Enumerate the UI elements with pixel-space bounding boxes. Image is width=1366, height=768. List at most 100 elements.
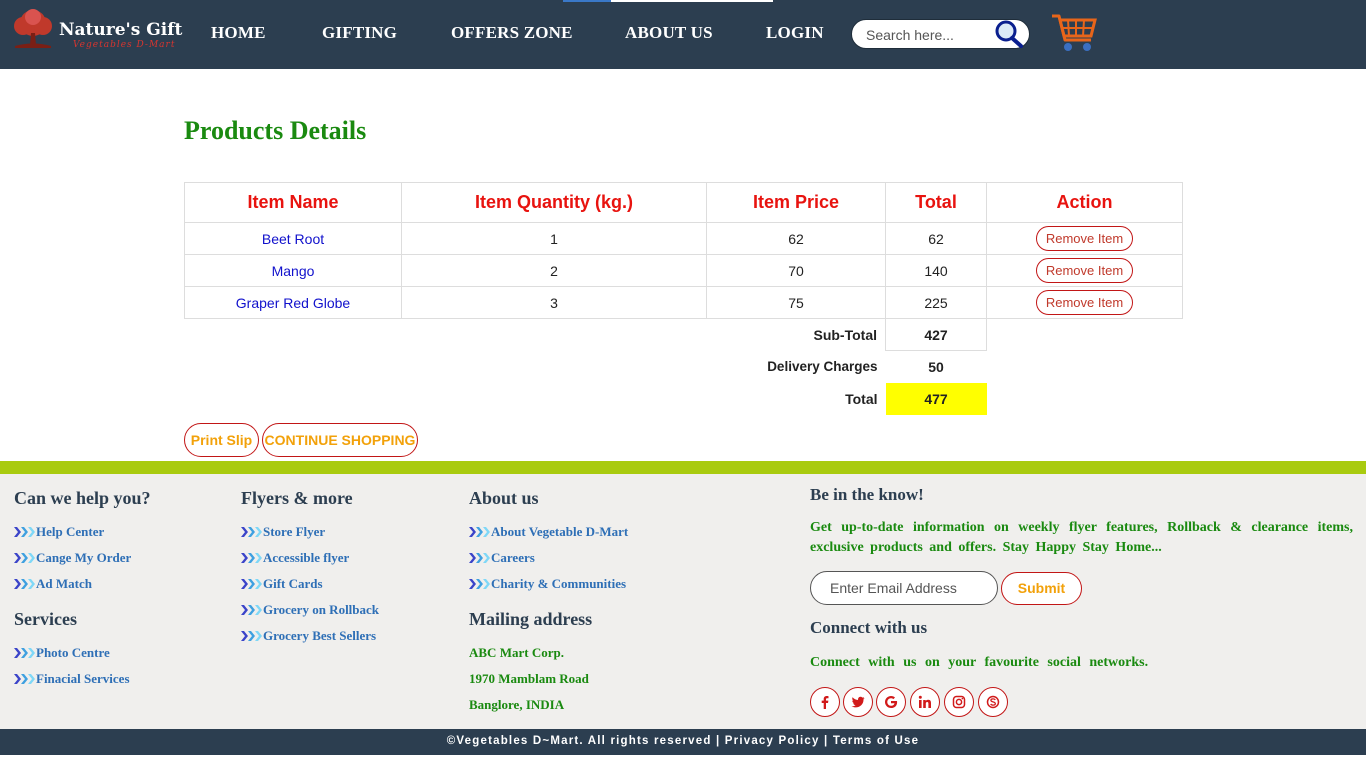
search-box xyxy=(851,19,1030,49)
nav-login[interactable]: LOGIN xyxy=(766,23,824,43)
social-skype[interactable] xyxy=(978,687,1008,717)
nav-gifting[interactable]: GIFTING xyxy=(322,23,397,43)
social-instagram[interactable] xyxy=(944,687,974,717)
item-name: Beet Root xyxy=(184,222,402,255)
search-icon[interactable] xyxy=(992,19,1026,49)
link-label: About Vegetable D-Mart xyxy=(491,524,629,539)
copyright-bar: ©Vegetables D~Mart. All rights reserved … xyxy=(0,729,1366,755)
instagram-icon xyxy=(952,695,966,709)
delivery-label: Delivery Charges xyxy=(767,359,878,374)
twitter-icon xyxy=(851,696,865,708)
grand-total-label: Total xyxy=(845,390,878,407)
link-label: Help Center xyxy=(36,524,105,539)
chevrons-icon xyxy=(14,553,35,563)
footer-link-change-order[interactable]: Cange My Order xyxy=(14,550,131,566)
footer-link-help-center[interactable]: Help Center xyxy=(14,524,104,540)
link-label: Finacial Services xyxy=(36,671,130,686)
search-input[interactable] xyxy=(866,25,996,45)
separator: | xyxy=(715,735,721,747)
print-slip-button[interactable]: Print Slip xyxy=(184,423,259,457)
cart-icon[interactable] xyxy=(1050,11,1098,55)
email-field[interactable] xyxy=(810,571,998,605)
footer-link-about-dmart[interactable]: About Vegetable D-Mart xyxy=(469,524,628,540)
site-logo[interactable]: Nature's Gift Vegetables D-Mart xyxy=(10,7,183,55)
nav-offers-zone[interactable]: OFFERS ZONE xyxy=(451,23,573,43)
column-header: Item Quantity (kg.) xyxy=(401,182,707,223)
link-label: Store Flyer xyxy=(263,524,326,539)
footer xyxy=(0,474,1366,729)
chevrons-icon xyxy=(14,579,35,589)
grand-total-row: Total 477 xyxy=(185,382,1183,415)
mailing-heading: Mailing address xyxy=(469,609,593,629)
footer-link-accessible-flyer[interactable]: Accessible flyer xyxy=(241,550,349,566)
item-quantity: 2 xyxy=(401,254,707,287)
know-text: Get up-to-date information on weekly fly… xyxy=(810,520,1353,555)
nav-about-us[interactable]: ABOUT US xyxy=(625,23,713,43)
know-heading: Be in the know! xyxy=(810,485,924,504)
item-quantity: 3 xyxy=(401,286,707,319)
footer-link-financial-services[interactable]: Finacial Services xyxy=(14,671,130,687)
chevrons-icon xyxy=(14,527,35,537)
connect-heading: Connect with us xyxy=(810,618,928,637)
table-row: Mango 2 70 140 Remove Item xyxy=(184,254,1183,287)
social-twitter[interactable] xyxy=(843,687,873,717)
table-header-row: Item Name Item Quantity (kg.) Item Price… xyxy=(184,182,1183,223)
column-header: Total xyxy=(885,182,987,223)
footer-link-gift-cards[interactable]: Gift Cards xyxy=(241,576,323,592)
submit-button[interactable]: Submit xyxy=(1001,572,1082,605)
column-header: Action xyxy=(986,182,1183,223)
item-price: 75 xyxy=(706,286,886,319)
skype-icon xyxy=(986,695,1000,709)
social-google[interactable] xyxy=(876,687,906,717)
subtotal-row: Sub-Total 427 xyxy=(185,318,1183,351)
remove-item-button[interactable]: Remove Item xyxy=(1035,258,1134,283)
footer-link-grocery-best-sellers[interactable]: Grocery Best Sellers xyxy=(241,628,376,644)
footer-accent-bar xyxy=(0,461,1366,474)
link-label: Charity & Communities xyxy=(491,576,627,591)
table-row: Beet Root 1 62 62 Remove Item xyxy=(184,222,1183,255)
link-label: Cange My Order xyxy=(36,550,132,565)
chevrons-icon xyxy=(469,579,490,589)
remove-item-button[interactable]: Remove Item xyxy=(1035,290,1134,315)
linkedin-icon xyxy=(918,695,931,708)
grand-total-value: 477 xyxy=(885,382,987,415)
link-label: Photo Centre xyxy=(36,645,110,660)
continue-shopping-button[interactable]: CONTINUE SHOPPING xyxy=(262,423,418,457)
nav-home[interactable]: HOME xyxy=(211,23,266,43)
footer-link-grocery-rollback[interactable]: Grocery on Rollback xyxy=(241,602,379,618)
subtotal-value: 427 xyxy=(885,318,987,351)
address-line: 1970 Mamblam Road xyxy=(469,671,589,686)
chevrons-icon xyxy=(241,553,262,563)
item-name: Graper Red Globe xyxy=(184,286,402,319)
item-price: 70 xyxy=(706,254,886,287)
link-label: Careers xyxy=(491,550,535,565)
logo-title: Nature's Gift xyxy=(59,20,183,40)
privacy-policy-link[interactable]: Privacy Policy xyxy=(725,735,820,747)
social-facebook[interactable] xyxy=(810,687,840,717)
footer-link-store-flyer[interactable]: Store Flyer xyxy=(241,524,325,540)
link-label: Accessible flyer xyxy=(263,550,350,565)
table-row: Graper Red Globe 3 75 225 Remove Item xyxy=(184,286,1183,319)
address-line: Banglore, INDIA xyxy=(469,697,565,712)
footer-link-careers[interactable]: Careers xyxy=(469,550,535,566)
separator: | xyxy=(824,735,829,747)
link-label: Ad Match xyxy=(36,576,92,591)
item-total: 140 xyxy=(885,254,987,287)
item-quantity: 1 xyxy=(401,222,707,255)
footer-link-photo-centre[interactable]: Photo Centre xyxy=(14,645,110,661)
subtotal-label: Sub-Total xyxy=(813,326,877,343)
action-cell: Remove Item xyxy=(986,254,1183,287)
terms-of-use-link[interactable]: Terms of Use xyxy=(833,735,919,747)
social-linkedin[interactable] xyxy=(910,687,940,717)
item-price: 62 xyxy=(706,222,886,255)
connect-text: Connect with us on your favourite social… xyxy=(810,655,1149,670)
help-heading: Can we help you? xyxy=(14,488,151,508)
footer-link-charity[interactable]: Charity & Communities xyxy=(469,576,626,592)
item-total: 225 xyxy=(885,286,987,319)
address-line: ABC Mart Corp. xyxy=(469,645,564,660)
google-icon xyxy=(885,696,898,708)
chevrons-icon xyxy=(14,648,35,658)
remove-item-button[interactable]: Remove Item xyxy=(1035,226,1134,251)
column-header: Item Name xyxy=(184,182,402,223)
footer-link-ad-match[interactable]: Ad Match xyxy=(14,576,92,592)
